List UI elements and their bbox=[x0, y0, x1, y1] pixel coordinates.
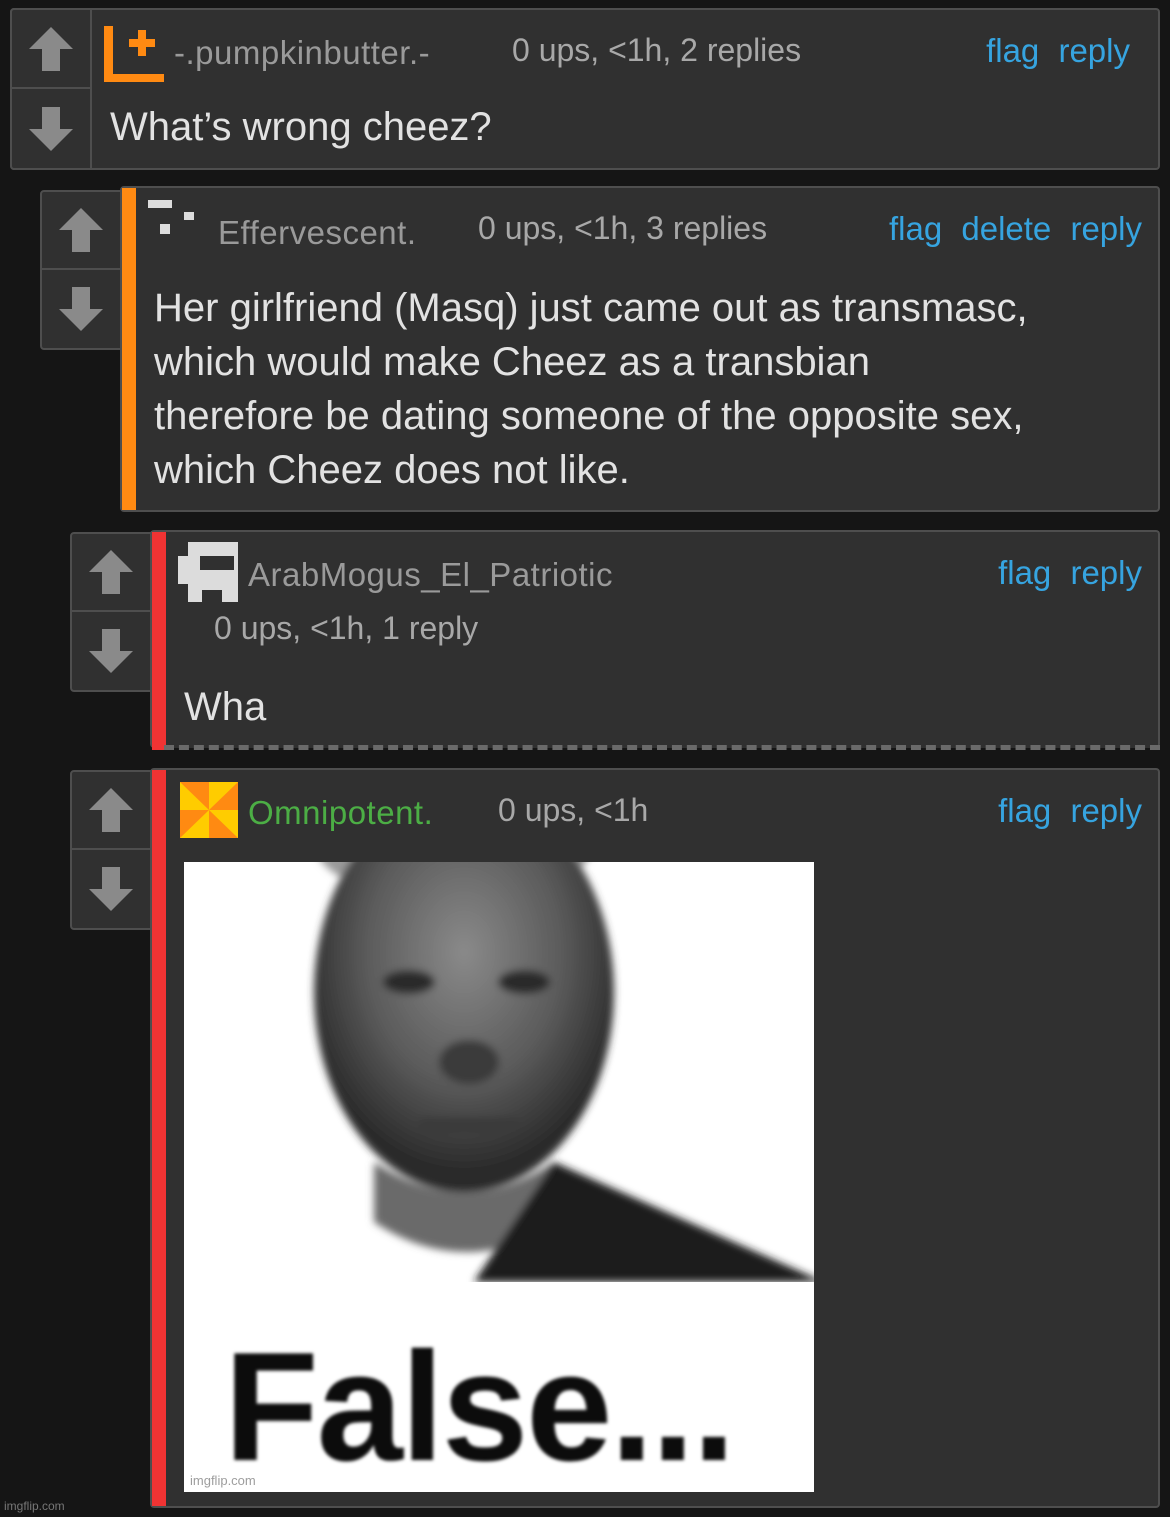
comment-image[interactable]: False... imgflip.com bbox=[184, 862, 814, 1492]
user-avatar-icon bbox=[104, 26, 164, 82]
thread-bar bbox=[122, 188, 136, 510]
comment-2: Effervescent. 0 ups, <1h, 3 replies flag… bbox=[120, 186, 1160, 512]
comment-3: ArabMogus_El_Patriotic 0 ups, <1h, 1 rep… bbox=[150, 530, 1160, 750]
username[interactable]: Omnipotent. bbox=[248, 794, 433, 832]
username[interactable]: ArabMogus_El_Patriotic bbox=[248, 556, 613, 594]
comment-meta: 0 ups, <1h, 3 replies bbox=[478, 210, 768, 246]
vote-box bbox=[70, 532, 152, 692]
upvote-arrow-icon bbox=[89, 550, 133, 594]
upvote-button[interactable] bbox=[72, 534, 150, 612]
flag-link[interactable]: flag bbox=[986, 32, 1039, 69]
meme-portrait bbox=[314, 862, 814, 1282]
user-avatar-icon bbox=[148, 200, 194, 234]
username[interactable]: Effervescent. bbox=[218, 214, 417, 252]
comment-text-line: therefore be dating someone of the oppos… bbox=[154, 394, 1024, 438]
comment-actions: flag reply bbox=[988, 554, 1142, 592]
flag-link[interactable]: flag bbox=[889, 210, 942, 247]
reply-link[interactable]: reply bbox=[1070, 554, 1142, 591]
thread-bar bbox=[152, 770, 166, 1506]
meme-caption: False... bbox=[224, 1320, 736, 1492]
downvote-button[interactable] bbox=[72, 612, 150, 690]
vote-box bbox=[10, 8, 92, 170]
downvote-arrow-icon bbox=[89, 867, 133, 911]
comment-actions: flag delete reply bbox=[879, 210, 1142, 248]
flag-link[interactable]: flag bbox=[998, 792, 1051, 829]
image-watermark: imgflip.com bbox=[190, 1473, 256, 1488]
downvote-arrow-icon bbox=[29, 106, 73, 151]
comment-text: What’s wrong cheez? bbox=[110, 105, 492, 149]
comment-text-line: which Cheez does not like. bbox=[154, 448, 630, 492]
username[interactable]: -.pumpkinbutter.- bbox=[174, 34, 430, 72]
vote-box bbox=[40, 190, 122, 350]
upvote-arrow-icon bbox=[59, 208, 103, 252]
comment-actions: flag reply bbox=[988, 792, 1142, 830]
comment-1: -.pumpkinbutter.- 0 ups, <1h, 2 replies … bbox=[10, 8, 1160, 170]
upvote-arrow-icon bbox=[29, 26, 73, 71]
upvote-button[interactable] bbox=[72, 772, 150, 850]
reply-link[interactable]: reply bbox=[1070, 792, 1142, 829]
flag-link[interactable]: flag bbox=[998, 554, 1051, 591]
page-watermark: imgflip.com bbox=[4, 1499, 65, 1513]
comment-text: Her girlfriend (Masq) just came out as t… bbox=[154, 281, 1028, 497]
thread-bar bbox=[152, 532, 166, 750]
comment-text-line: Her girlfriend (Masq) just came out as t… bbox=[154, 286, 1028, 330]
downvote-arrow-icon bbox=[89, 629, 133, 673]
downvote-arrow-icon bbox=[59, 287, 103, 331]
delete-link[interactable]: delete bbox=[961, 210, 1051, 247]
reply-link[interactable]: reply bbox=[1058, 32, 1130, 69]
comment-text: Wha bbox=[184, 685, 267, 729]
downvote-button[interactable] bbox=[12, 89, 90, 168]
collapsed-separator bbox=[164, 745, 1160, 750]
comment-meta: 0 ups, <1h bbox=[498, 792, 649, 828]
user-avatar-icon bbox=[178, 542, 238, 602]
vote-box bbox=[70, 770, 152, 930]
reply-link[interactable]: reply bbox=[1070, 210, 1142, 247]
upvote-button[interactable] bbox=[42, 192, 120, 270]
comment-4: Omnipotent. 0 ups, <1h flag reply False.… bbox=[150, 768, 1160, 1508]
downvote-button[interactable] bbox=[72, 850, 150, 928]
upvote-arrow-icon bbox=[89, 788, 133, 832]
upvote-button[interactable] bbox=[12, 10, 90, 89]
comment-text-line: which would make Cheez as a transbian bbox=[154, 340, 870, 384]
comment-meta: 0 ups, <1h, 2 replies bbox=[512, 32, 802, 68]
user-avatar-icon bbox=[180, 782, 238, 838]
comment-actions: flag reply bbox=[976, 32, 1130, 70]
downvote-button[interactable] bbox=[42, 270, 120, 348]
comment-meta: 0 ups, <1h, 1 reply bbox=[214, 610, 479, 646]
